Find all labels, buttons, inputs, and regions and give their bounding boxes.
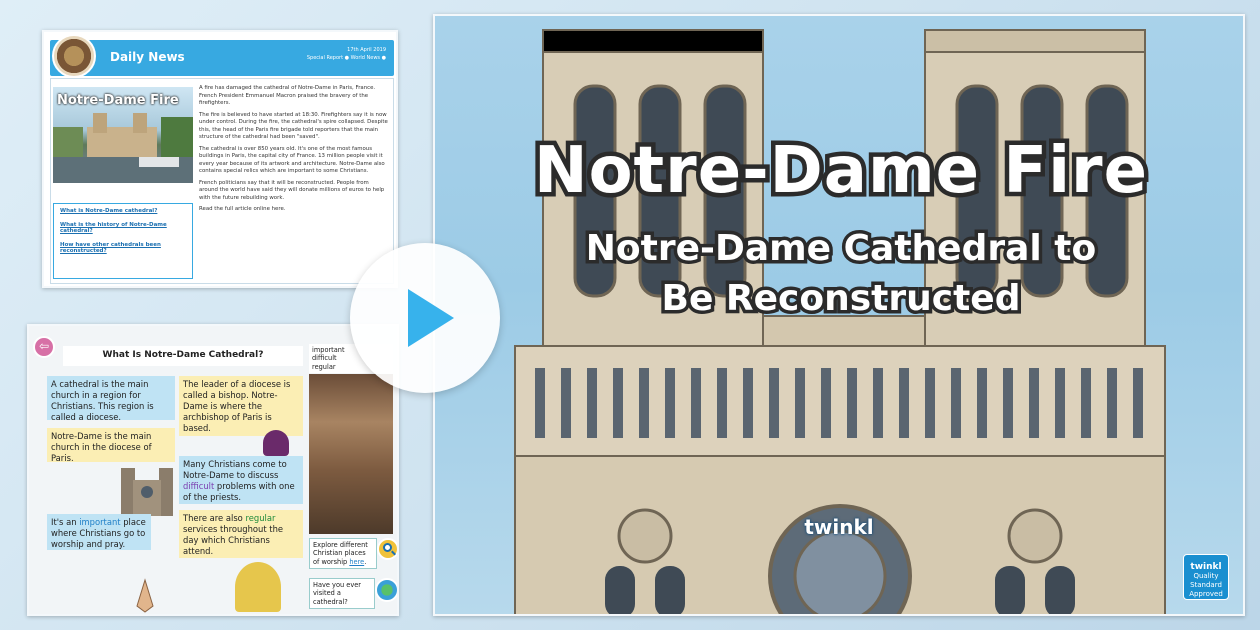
main-title: Notre-Dame Fire (530, 130, 1152, 213)
cathedral-icon (121, 468, 173, 516)
news-paragraph: French politicians say that it will be r… (199, 179, 385, 201)
box-highlight: regular (245, 513, 276, 523)
badge-title: twinkl (1190, 562, 1222, 572)
info-title-bar: What Is Notre-Dame Cathedral? (63, 346, 303, 366)
news-link[interactable]: How have other cathedrals been reconstru… (60, 242, 186, 254)
search-icon[interactable] (377, 538, 397, 560)
news-links-box: What is Notre-Dame cathedral? What is th… (53, 203, 193, 279)
box-text: Many Christians come to Notre-Dame to di… (183, 459, 287, 480)
news-link[interactable]: What is Notre-Dame cathedral? (60, 208, 186, 214)
rose-window-logo-icon (52, 34, 96, 78)
praying-hands-icon (136, 578, 154, 613)
news-slide-thumbnail[interactable]: Daily News 17th April 2019 Special Repor… (42, 30, 398, 288)
news-article: A fire has damaged the cathedral of Notr… (199, 85, 389, 218)
play-button[interactable] (350, 243, 500, 393)
news-body: Notre-Dame Fire What is Notre-Dame cathe… (50, 78, 394, 284)
news-paragraph: A fire has damaged the cathedral of Notr… (199, 85, 376, 106)
notre-dame-photo: Notre-Dame Fire (53, 87, 193, 183)
title-slide[interactable]: Notre-Dame Fire Notre-Dame Cathedral to … (433, 14, 1245, 616)
info-box: There are also regular services througho… (179, 510, 303, 558)
twinkl-logo: twinkl (804, 515, 874, 539)
badge-text: Quality Standard Approved (1189, 572, 1223, 598)
news-paragraph: The fire is believed to have started at … (199, 111, 388, 141)
cathedral-interior-photo (309, 374, 393, 534)
quality-badge: twinkl Quality Standard Approved (1183, 554, 1229, 600)
news-tag: Special Report (306, 55, 344, 61)
news-header: Daily News 17th April 2019 Special Repor… (50, 40, 394, 76)
box-text: services throughout the day which Christ… (183, 524, 284, 556)
box-highlight: difficult (183, 481, 215, 491)
info-box: A cathedral is the main church in a regi… (47, 376, 175, 422)
news-date: 17th April 2019 Special Report ● World N… (306, 47, 386, 61)
priest-figure (235, 562, 281, 612)
info-box: The leader of a diocese is called a bish… (179, 376, 303, 436)
archbishop-figure (263, 430, 289, 456)
news-date-text: 17th April 2019 (347, 47, 386, 53)
box-highlight: important (79, 517, 121, 527)
box-text: It's an (51, 517, 80, 527)
info-slide-thumbnail[interactable]: ⇦ What Is Notre-Dame Cathedral? A cathed… (27, 324, 399, 616)
explore-box: Explore different Christian places of wo… (309, 538, 377, 570)
news-tag: World News (350, 55, 381, 61)
info-box: Many Christians come to Notre-Dame to di… (179, 456, 303, 504)
news-photo-title: Notre-Dame Fire (57, 93, 179, 108)
info-title: What Is Notre-Dame Cathedral? (102, 350, 264, 360)
info-box: It's an important place where Christians… (47, 514, 151, 550)
news-link[interactable]: What is the history of Notre-Dame cathed… (60, 222, 186, 234)
explore-link[interactable]: here (349, 558, 364, 566)
news-header-title: Daily News (110, 50, 185, 64)
box-text: There are also (183, 513, 246, 523)
subtitle-line-2: Be Reconstructed (658, 275, 1024, 323)
back-arrow-icon[interactable]: ⇦ (33, 336, 55, 358)
play-icon (408, 289, 454, 347)
question-box: Have you ever visited a cathedral? (309, 578, 375, 610)
explore-text: . (364, 557, 367, 566)
news-paragraph: Read the full article online here. (199, 206, 286, 212)
info-box: Notre-Dame is the main church in the dio… (47, 428, 175, 463)
globe-icon (375, 578, 397, 602)
subtitle-line-1: Notre-Dame Cathedral to (582, 225, 1099, 273)
news-paragraph: The cathedral is over 850 years old. It'… (199, 145, 385, 175)
